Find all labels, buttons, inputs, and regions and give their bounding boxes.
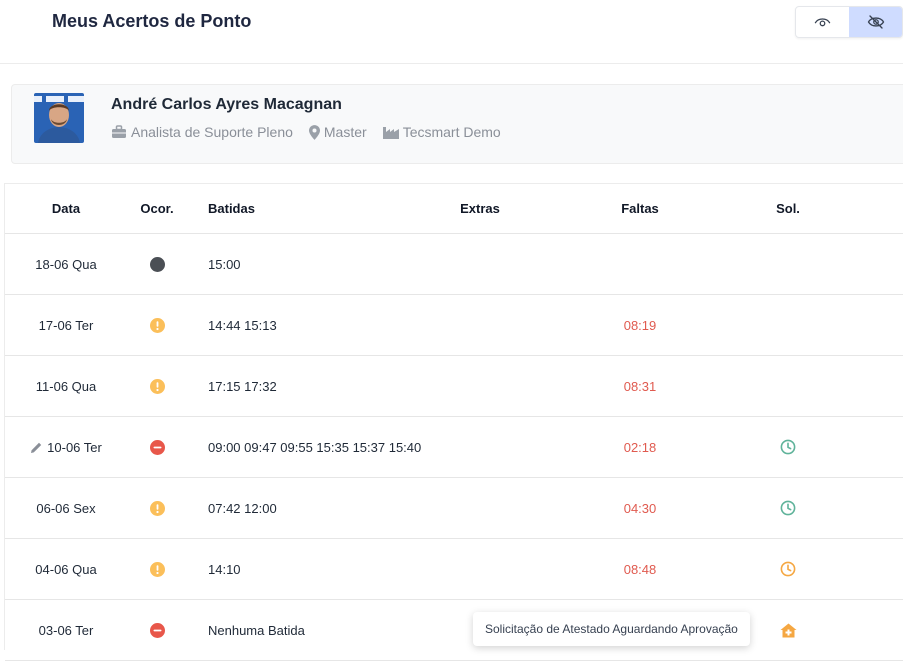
cell-sol: [758, 295, 818, 355]
date-text: 06-06 Sex: [36, 500, 96, 516]
clock-icon[interactable]: [780, 561, 796, 577]
cell-sol: [758, 539, 818, 599]
page-title: Meus Acertos de Ponto: [52, 11, 252, 31]
employee-meta: Analista de Suporte Pleno Master Tecsmar…: [111, 124, 517, 140]
eye-slash-icon: [867, 15, 884, 29]
cell-sol: [758, 478, 818, 538]
table-body: 18-06 Qua 15:00 17-06 Ter 14:44 15:13 08:19 1…: [5, 234, 903, 661]
cell-extras: [430, 417, 530, 477]
briefcase-icon: [112, 125, 126, 138]
cell-faltas: 04:30: [623, 500, 657, 516]
table-row[interactable]: 11-06 Qua 17:15 17:32 08:31: [5, 356, 903, 417]
profile-card: André Carlos Ayres Macagnan Analista de …: [11, 84, 903, 164]
table-row[interactable]: 18-06 Qua 15:00: [5, 234, 903, 295]
hide-button[interactable]: [849, 7, 902, 37]
table-row[interactable]: 10-06 Ter 09:00 09:47 09:55 15:35 15:37 1…: [5, 417, 903, 478]
occurrence-orange-icon[interactable]: [149, 378, 165, 394]
date-text: 03-06 Ter: [38, 622, 94, 638]
cell-extras: [430, 295, 530, 355]
cell-data: 03-06 Ter: [5, 600, 127, 660]
medical-house-icon[interactable]: [780, 623, 797, 638]
cell-ocor: [132, 417, 182, 477]
pencil-icon[interactable]: [30, 441, 43, 454]
table-row[interactable]: 17-06 Ter 14:44 15:13 08:19: [5, 295, 903, 356]
top-bar: Meus Acertos de Ponto: [0, 0, 903, 64]
cell-data: 17-06 Ter: [5, 295, 127, 355]
avatar: [34, 93, 84, 143]
location-item: Master: [308, 124, 367, 140]
table-row[interactable]: 06-06 Sex 07:42 12:00 04:30: [5, 478, 903, 539]
cell-ocor: [132, 295, 182, 355]
header-ocor[interactable]: Ocor.: [132, 184, 182, 233]
show-button[interactable]: [796, 7, 849, 37]
eye-icon: [814, 18, 831, 27]
role-text: Analista de Suporte Pleno: [131, 124, 293, 140]
tooltip: Solicitação de Atestado Aguardando Aprov…: [473, 612, 750, 646]
header-data[interactable]: Data: [5, 184, 127, 233]
map-pin-icon: [308, 124, 320, 140]
cell-sol: [758, 600, 818, 660]
cell-sol: [758, 234, 818, 294]
cell-ocor: [132, 234, 182, 294]
cell-extras: [430, 539, 530, 599]
occurrence-red-icon[interactable]: [149, 622, 165, 638]
cell-data: 18-06 Qua: [5, 234, 127, 294]
date-text: 04-06 Qua: [35, 561, 97, 577]
occurrence-orange-icon[interactable]: [149, 317, 165, 333]
cell-faltas: 08:31: [623, 378, 657, 394]
factory-icon: [382, 126, 399, 139]
cell-data: 04-06 Qua: [5, 539, 127, 599]
occurrence-red-icon[interactable]: [149, 439, 165, 455]
visibility-toggle: [795, 6, 903, 38]
date-text: 10-06 Ter: [47, 439, 102, 455]
cell-sol: [758, 356, 818, 416]
cell-ocor: [132, 356, 182, 416]
table-row[interactable]: 03-06 Ter Nenhuma Batida: [5, 600, 903, 661]
role-item: Analista de Suporte Pleno: [111, 124, 293, 140]
cell-faltas: 08:19: [623, 317, 657, 333]
cell-faltas: 02:18: [623, 439, 657, 455]
table-header: Data Ocor. Batidas Extras Faltas Sol.: [5, 184, 903, 234]
occurrence-orange-icon[interactable]: [149, 561, 165, 577]
header-sol[interactable]: Sol.: [758, 184, 818, 233]
cell-faltas: 08:48: [623, 561, 657, 577]
occurrence-orange-icon[interactable]: [149, 500, 165, 516]
cell-ocor: [132, 539, 182, 599]
cell-faltas: [590, 234, 690, 294]
cell-extras: [430, 234, 530, 294]
location-text: Master: [323, 124, 367, 140]
clock-icon[interactable]: [780, 439, 796, 455]
table-row[interactable]: 04-06 Qua 14:10 08:48: [5, 539, 903, 600]
occurrence-gray-icon[interactable]: [149, 256, 165, 272]
employee-name: André Carlos Ayres Macagnan: [111, 96, 342, 113]
date-text: 17-06 Ter: [38, 317, 94, 333]
cell-ocor: [132, 478, 182, 538]
company-text: Tecsmart Demo: [402, 124, 501, 140]
company-item: Tecsmart Demo: [382, 124, 501, 140]
timesheet-table: Data Ocor. Batidas Extras Faltas Sol. 18…: [4, 183, 903, 661]
date-text: 11-06 Qua: [35, 378, 97, 394]
header-extras[interactable]: Extras: [430, 184, 530, 233]
header-faltas[interactable]: Faltas: [590, 184, 690, 233]
date-text: 18-06 Qua: [35, 256, 97, 272]
cell-data: 06-06 Sex: [5, 478, 127, 538]
cell-data: 11-06 Qua: [5, 356, 127, 416]
clock-icon[interactable]: [780, 500, 796, 516]
cell-extras: [430, 356, 530, 416]
cell-sol: [758, 417, 818, 477]
cell-ocor: [132, 600, 182, 660]
cell-data: 10-06 Ter: [5, 417, 127, 477]
cell-extras: [430, 478, 530, 538]
